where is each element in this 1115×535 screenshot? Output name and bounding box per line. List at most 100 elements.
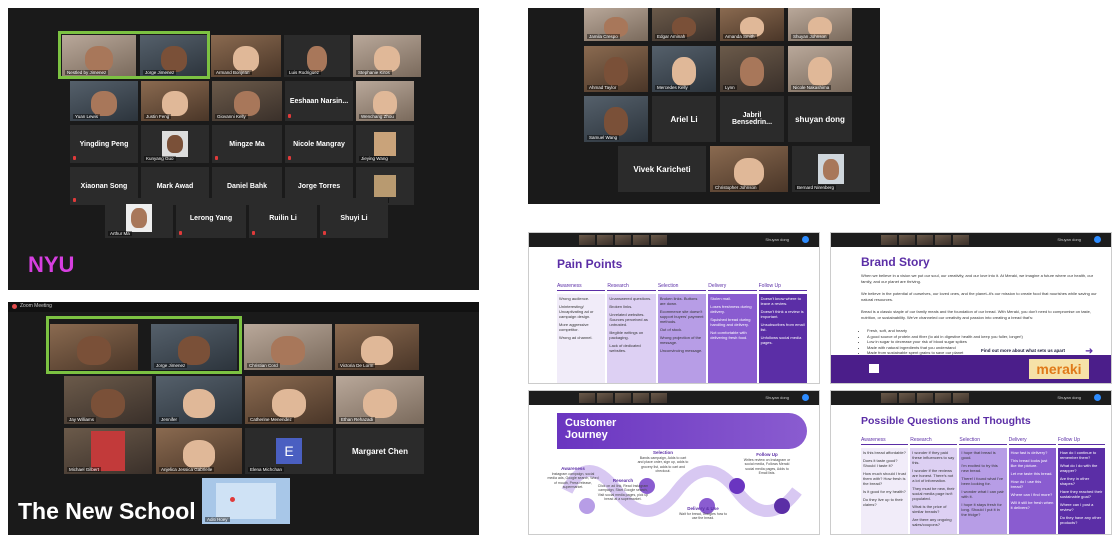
- participant-tile[interactable]: Justin Feng: [141, 81, 209, 121]
- participant-tile[interactable]: Mercedes Kelly: [652, 46, 716, 92]
- share-host: Shuyan dong: [1057, 395, 1081, 400]
- screen-share-toolbar: Shuyan dong: [529, 233, 819, 247]
- participant-tile[interactable]: Nicole Nakashima: [788, 46, 852, 92]
- close-icon[interactable]: [12, 304, 17, 309]
- participant-name: shuyan dong: [795, 114, 845, 124]
- journey-stage: Research Click on ad link, Read Instagram…: [597, 478, 649, 502]
- column-item: Where can I find more?: [1010, 492, 1053, 497]
- participant-tile[interactable]: Stephanie Kiros: [353, 35, 421, 77]
- participant-tile[interactable]: Ariel Li: [652, 96, 716, 142]
- participant-name: Kunyang Guo: [144, 156, 176, 161]
- brand-cta[interactable]: Find out more about what sets us apart: [981, 348, 1065, 354]
- participant-name: Nestled by Jimenez: [65, 70, 109, 75]
- column-item: Lack of dedicated websites.: [609, 343, 641, 353]
- participant-name: Victoria De Lorm: [338, 363, 376, 368]
- participant-name: Nicole Nakashima: [791, 85, 832, 90]
- participant-tile[interactable]: Aditi Hoey: [202, 478, 290, 524]
- participant-tile[interactable]: Luis Rodriguez: [284, 35, 350, 77]
- participant-tile[interactable]: Margaret Chen: [336, 428, 424, 474]
- participant-tile[interactable]: Samuel Wang: [584, 96, 648, 142]
- participant-tile[interactable]: Victoria De Lorm: [335, 324, 419, 370]
- column-item: Let me taste this bread.: [1010, 471, 1053, 476]
- participant-tile[interactable]: shuyan dong: [788, 96, 852, 142]
- screen-share-toolbar: Shuyan dong: [831, 233, 1111, 247]
- participant-tile[interactable]: Edgar Aminah: [652, 8, 716, 41]
- column-header: Selection: [657, 283, 707, 291]
- column-item: Not comfortable with delivering fresh fo…: [710, 330, 748, 340]
- participant-tile[interactable]: Armand Bonjean: [211, 35, 281, 77]
- participant-tile[interactable]: Ahmad Taylor: [584, 46, 648, 92]
- participant-tile[interactable]: Arthur Ma: [105, 198, 173, 238]
- participant-tile[interactable]: Catherine Menendez: [245, 376, 333, 424]
- participant-name: Shuyan Johnson: [791, 34, 829, 39]
- participant-tile[interactable]: Jorge Jimenez: [140, 35, 208, 77]
- slide-title: Brand Story: [861, 255, 930, 269]
- participant-tile[interactable]: Kunyang Guo: [141, 125, 209, 163]
- share-icon[interactable]: [1094, 236, 1101, 243]
- journey-stage: Follow Up Writes review on Instagram or s…: [741, 452, 793, 476]
- participant-tile[interactable]: E Elena Michchan: [245, 428, 333, 474]
- participant-tile[interactable]: Yingding Peng: [70, 125, 138, 163]
- participant-name: Lynn: [723, 85, 737, 90]
- participant-name: Daniel Bahk: [226, 182, 268, 190]
- participant-tile[interactable]: Bernard Nirenberg: [792, 146, 870, 192]
- participant-tile[interactable]: Eeshaan Narsin...: [285, 81, 353, 121]
- stage-text: Click on ad link, Read Instagram campaig…: [597, 483, 649, 502]
- participant-tile[interactable]: Jennifer: [156, 376, 242, 424]
- share-icon[interactable]: [1094, 394, 1101, 401]
- participant-tile[interactable]: Jay Williams: [64, 376, 152, 424]
- participant-tile[interactable]: Jieying Wang: [356, 125, 414, 163]
- journey-banner: Customer Journey: [557, 413, 807, 449]
- participant-name: Luis Rodriguez: [287, 70, 322, 75]
- participant-tile[interactable]: Amanda Smith: [720, 8, 784, 41]
- participant-tile[interactable]: Jabril Bensedrin...: [720, 96, 784, 142]
- participant-tile[interactable]: Anjelica Jessica Gabrielle: [156, 428, 242, 474]
- participant-tile[interactable]: Nicole Mangray: [285, 125, 353, 163]
- participant-tile[interactable]: Shuyan Johnson: [788, 8, 852, 41]
- share-icon[interactable]: [802, 236, 809, 243]
- column-item: Unconvincing message.: [659, 348, 703, 353]
- avatar: [374, 175, 396, 197]
- column-item: Is it good for my health?: [863, 489, 906, 494]
- participant-tile[interactable]: Shuyi Li: [320, 198, 388, 238]
- share-icon[interactable]: [802, 394, 809, 401]
- screen-share-toolbar: Shuyan dong: [831, 391, 1111, 405]
- participant-tile[interactable]: Ruilin Li: [249, 198, 317, 238]
- title-line: Customer: [565, 417, 617, 429]
- column-header: Follow Up: [758, 283, 808, 291]
- participant-name: Ethan Rehazadi: [339, 417, 376, 422]
- column-item: Stolen mail.: [710, 296, 732, 301]
- participant-tile[interactable]: Vivek Karicheti: [618, 146, 706, 192]
- column-item: I wonder what I can pair with it.: [961, 489, 1004, 499]
- participant-name: Samuel Wang: [587, 135, 620, 140]
- column-item: Have they reached their sustainable goal…: [1059, 489, 1103, 499]
- column-item: Illegible writings on packaging.: [609, 330, 644, 340]
- participant-tile[interactable]: Ethan Rehazadi: [336, 376, 424, 424]
- participant-tile[interactable]: Jamila Crespo: [584, 8, 648, 41]
- participant-tile[interactable]: Nestled by Jimenez: [62, 35, 136, 77]
- participant-name: Catherine Menendez: [248, 417, 294, 422]
- participant-tile[interactable]: [50, 324, 138, 370]
- participant-tile[interactable]: Mingze Ma: [212, 125, 282, 163]
- participant-tile[interactable]: Lynn: [720, 46, 784, 92]
- slide-column: Selection Broken links. Buttons are down.…: [657, 283, 707, 383]
- school-label: The New School: [18, 498, 196, 524]
- participant-tile[interactable]: Christian Cord: [244, 324, 332, 370]
- participant-tile[interactable]: Christopher Johnson: [710, 146, 788, 192]
- participant-tile[interactable]: Giovanni Kelly: [212, 81, 282, 121]
- participant-name: Yuan Lewis: [73, 114, 101, 119]
- column-header: Selection: [959, 437, 1007, 445]
- participant-tile[interactable]: Lerong Yang: [176, 198, 246, 238]
- participant-tile[interactable]: Michael Gilbert: [64, 428, 152, 474]
- column-item: Wrong projection of the message.: [659, 335, 702, 345]
- participant-name: Nicole Mangray: [293, 140, 345, 148]
- participant-tile[interactable]: Jorge Jimenez: [151, 324, 237, 370]
- participant-tile[interactable]: Wenchang Zhou: [356, 81, 414, 121]
- participant-tile[interactable]: Yuan Lewis: [70, 81, 138, 121]
- column-item: Do they have any other products?: [1059, 515, 1102, 525]
- participant-name: Jorge Torres: [297, 182, 341, 190]
- participant-name: Armand Bonjean: [214, 70, 252, 75]
- column-body: Broken links. Buttons are down. Ecommerce…: [657, 294, 707, 383]
- participant-name: Vivek Karicheti: [633, 164, 691, 174]
- nyu-zoom-gallery: Nestled by Jimenez Jorge Jimenez Armand …: [8, 8, 479, 290]
